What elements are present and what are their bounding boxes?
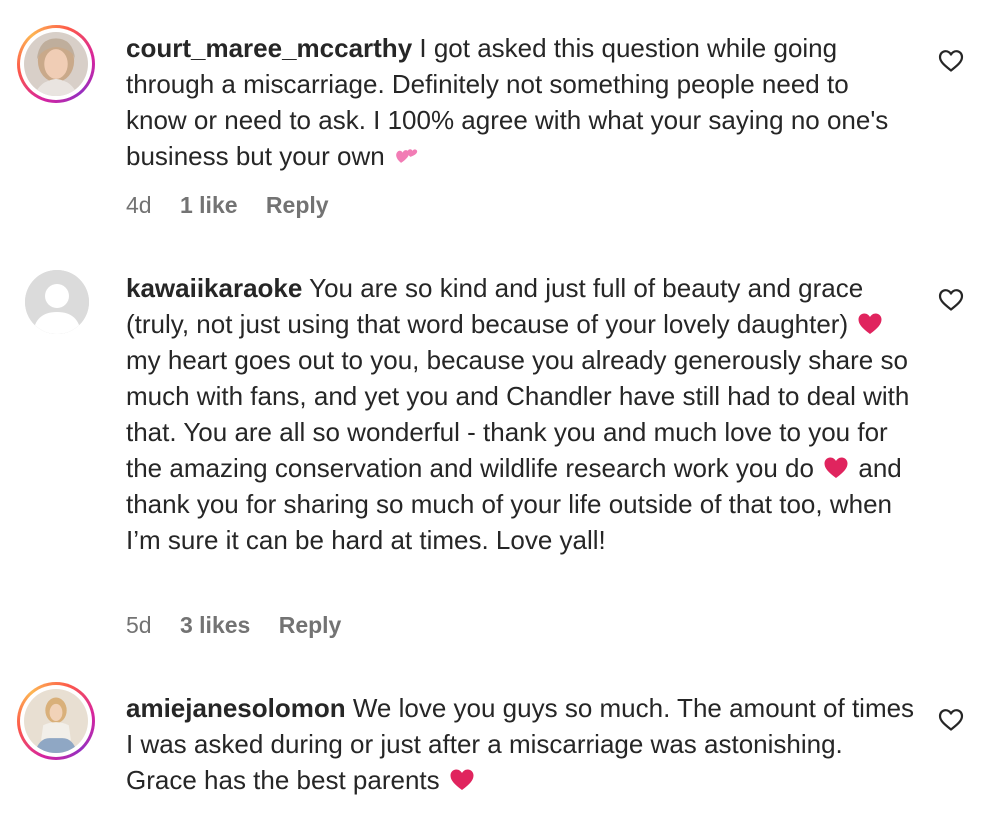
default-avatar-icon: [25, 270, 89, 334]
like-heart-icon[interactable]: [938, 288, 964, 312]
comment-time: 5d: [126, 612, 152, 638]
avatar-image: [24, 32, 88, 96]
avatar[interactable]: [17, 25, 95, 103]
comment-username[interactable]: court_maree_mccarthy: [126, 33, 412, 63]
comment-text: amiejanesolomon We love you guys so much…: [126, 690, 916, 798]
comment-username[interactable]: amiejanesolomon: [126, 693, 346, 723]
avatar-image: [24, 689, 88, 753]
like-heart-icon[interactable]: [938, 49, 964, 73]
comment-meta: 5d 3 likes Reply: [126, 612, 363, 639]
two-hearts-emoji: [396, 149, 418, 163]
avatar-ring: [20, 28, 92, 100]
comment-text: kawaiikaraoke You are so kind and just f…: [126, 270, 916, 558]
comment-likes[interactable]: 3 likes: [180, 612, 250, 638]
comment-text: court_maree_mccarthy I got asked this qu…: [126, 30, 916, 174]
red-heart-emoji: [858, 313, 882, 334]
avatar-photo: [24, 32, 88, 96]
comment-body-part-2: my heart goes out to you, because you al…: [126, 345, 910, 483]
comment-username[interactable]: kawaiikaraoke: [126, 273, 302, 303]
comment-3: amiejanesolomon We love you guys so much…: [0, 660, 984, 814]
comment-time: 4d: [126, 192, 152, 218]
comment-meta: 4d 1 like Reply: [126, 192, 351, 219]
reply-button[interactable]: Reply: [279, 612, 342, 638]
avatar[interactable]: [17, 682, 95, 760]
avatar-ring: [20, 685, 92, 757]
avatar-photo: [24, 689, 88, 753]
red-heart-emoji: [450, 769, 474, 790]
comment-1: court_maree_mccarthy I got asked this qu…: [0, 0, 984, 240]
red-heart-emoji: [824, 457, 848, 478]
comment-2: kawaiikaraoke You are so kind and just f…: [0, 240, 984, 660]
like-heart-icon[interactable]: [938, 708, 964, 732]
avatar[interactable]: [25, 270, 89, 334]
reply-button[interactable]: Reply: [266, 192, 329, 218]
comment-likes[interactable]: 1 like: [180, 192, 238, 218]
